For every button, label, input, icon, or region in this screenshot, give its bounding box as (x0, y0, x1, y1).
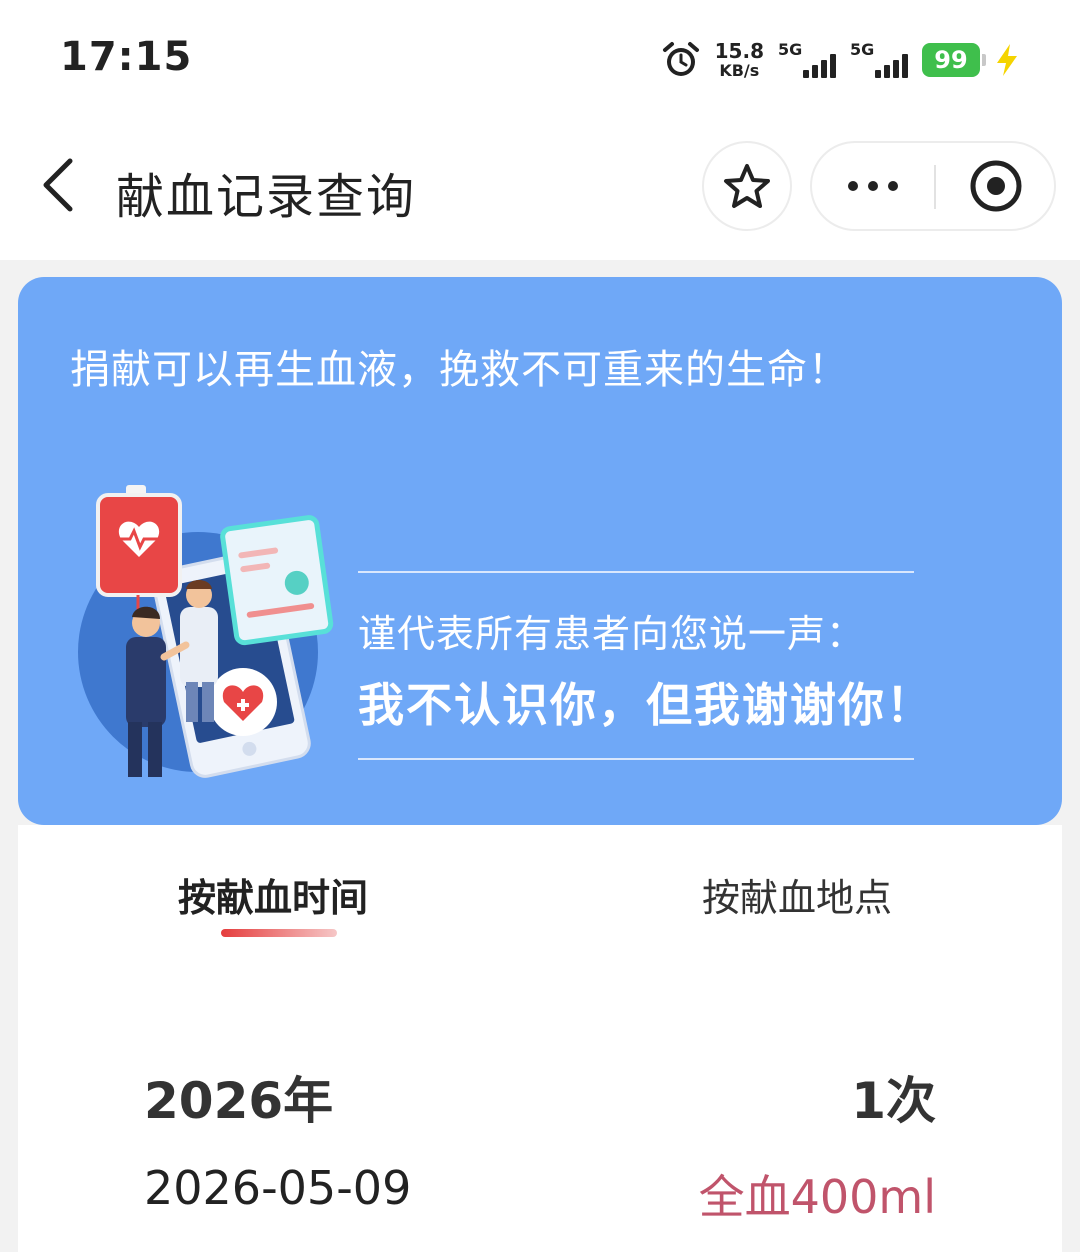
charging-icon (997, 44, 1017, 76)
favorite-button[interactable] (702, 141, 792, 231)
record-amount[interactable]: 全血400ml (699, 1161, 936, 1227)
page-title: 献血记录查询 (116, 169, 417, 225)
more-dots-icon[interactable] (812, 143, 934, 229)
network-speed: 15.8 KB/s (715, 41, 764, 79)
divider-line (358, 571, 914, 573)
blood-donation-illustration (78, 485, 334, 778)
close-button[interactable] (936, 143, 1056, 229)
network-speed-unit: KB/s (719, 61, 760, 80)
record-date[interactable]: 2026-05-09 (144, 1161, 411, 1215)
alarm-icon (662, 42, 699, 76)
active-tab-indicator (221, 929, 337, 937)
mini-program-capsule (810, 141, 1056, 231)
sim1-label: 5G (778, 40, 803, 59)
record-year[interactable]: 2026年 (144, 1061, 333, 1133)
network-speed-value: 15.8 (714, 39, 764, 63)
tab-by-time[interactable]: 按献血时间 (178, 867, 368, 922)
divider-line (358, 758, 914, 760)
record-count: 1次 (851, 1072, 936, 1130)
signal-icon: 5G (850, 40, 908, 80)
thanks-subtitle: 谨代表所有患者向您说一声： (358, 612, 866, 656)
nav-bar: 献血记录查询 (0, 115, 1080, 260)
status-time: 17:15 (60, 34, 193, 80)
sim2-label: 5G (850, 40, 875, 59)
thanks-message: 我不认识你，但我谢谢你！ (358, 678, 934, 732)
battery-icon: 99 (922, 43, 986, 77)
star-icon (724, 164, 770, 208)
banner-slogan: 捐献可以再生血液，挽救不可重来的生命！ (70, 347, 849, 393)
status-bar: 17:15 15.8 KB/s 5G 5G 99 (0, 0, 1080, 115)
status-icons: 15.8 KB/s 5G 5G 99 (661, 38, 1020, 82)
back-arrow-icon[interactable] (34, 155, 84, 215)
signal-icon: 5G (778, 40, 836, 80)
close-target-icon (970, 160, 1022, 212)
banner: 捐献可以再生血液，挽救不可重来的生命！ 谨代表所有患者向您说一声： 我不认识你，… (18, 277, 1062, 825)
tab-by-location[interactable]: 按献血地点 (702, 867, 892, 922)
records-card: 按献血时间 按献血地点 2026年 1次 2026-05-09 全血400ml (18, 825, 1062, 1252)
